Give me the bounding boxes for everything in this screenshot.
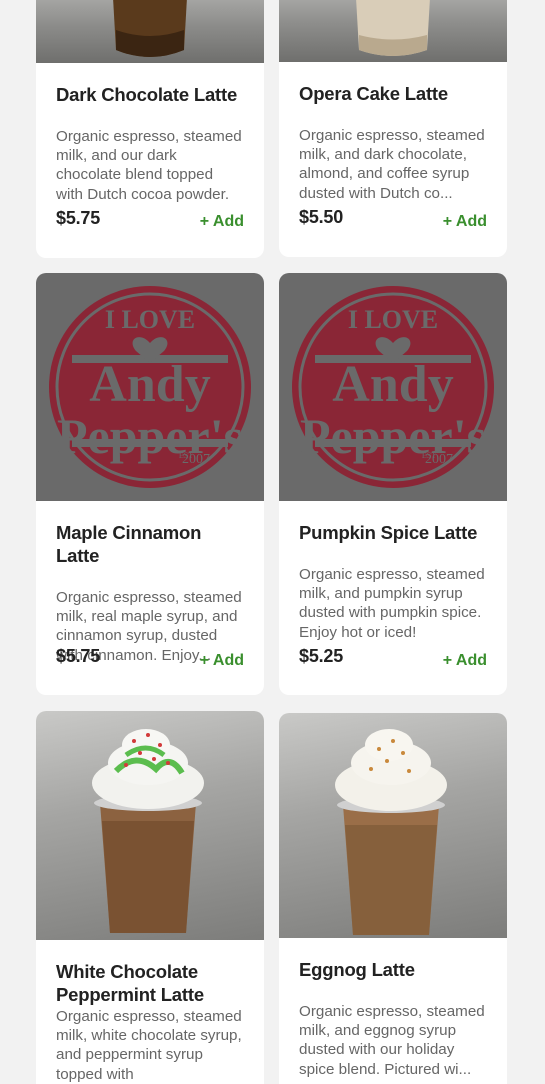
- svg-text:2007: 2007: [182, 452, 210, 467]
- drink-photo: [36, 711, 264, 940]
- add-button[interactable]: + Add: [200, 652, 244, 670]
- item-description: Organic espresso, steamed milk, and eggn…: [299, 1003, 485, 1078]
- svg-text:Pepper's: Pepper's: [57, 408, 243, 464]
- add-button[interactable]: + Add: [443, 213, 487, 231]
- drink-photo: [279, 0, 507, 62]
- item-title: Maple Cinnamon Latte: [56, 522, 202, 566]
- menu-item-card[interactable]: Eggnog Latte Organic espresso, steamed m…: [279, 713, 507, 1084]
- add-button[interactable]: + Add: [443, 652, 487, 670]
- item-price: $5.75: [56, 646, 101, 666]
- item-title: Opera Cake Latte: [299, 83, 448, 104]
- item-description: Organic espresso, steamed milk, and pump…: [299, 566, 485, 641]
- add-button[interactable]: + Add: [200, 213, 244, 231]
- item-description: Organic espresso, steamed milk, and our …: [56, 128, 242, 203]
- item-price: $5.75: [56, 208, 101, 228]
- andy-peppers-logo: I LOVE Andy Pepper's EST 2007: [279, 273, 507, 501]
- menu-item-card[interactable]: White Chocolate Peppermint Latte Organic…: [36, 711, 264, 1084]
- andy-peppers-logo: I LOVE Andy Pepper's EST 2007: [36, 273, 264, 501]
- drink-photo: [279, 713, 507, 938]
- svg-text:I LOVE: I LOVE: [105, 305, 195, 334]
- item-price: $5.50: [299, 207, 344, 227]
- svg-text:Andy: Andy: [332, 356, 453, 413]
- item-title: White Chocolate Peppermint Latte: [56, 961, 204, 1005]
- svg-text:I LOVE: I LOVE: [348, 305, 438, 334]
- menu-item-card[interactable]: I LOVE Andy Pepper's EST 2007 Pumpkin Sp…: [279, 273, 507, 695]
- svg-text:Pepper's: Pepper's: [300, 408, 486, 464]
- svg-text:2007: 2007: [425, 452, 453, 467]
- item-description: Organic espresso, steamed milk, white ch…: [56, 1008, 242, 1083]
- drink-photo: [36, 0, 264, 63]
- item-title: Eggnog Latte: [299, 959, 415, 980]
- item-description: Organic espresso, steamed milk, and dark…: [299, 127, 485, 202]
- item-title: Pumpkin Spice Latte: [299, 522, 478, 543]
- menu-item-card[interactable]: I LOVE Andy Pepper's EST 2007 Maple Cinn…: [36, 273, 264, 695]
- item-title: Dark Chocolate Latte: [56, 84, 238, 105]
- menu-item-card[interactable]: Opera Cake Latte Organic espresso, steam…: [279, 0, 507, 257]
- item-price: $5.25: [299, 646, 344, 666]
- menu-item-card[interactable]: Dark Chocolate Latte Organic espresso, s…: [36, 0, 264, 258]
- svg-text:Andy: Andy: [89, 356, 210, 413]
